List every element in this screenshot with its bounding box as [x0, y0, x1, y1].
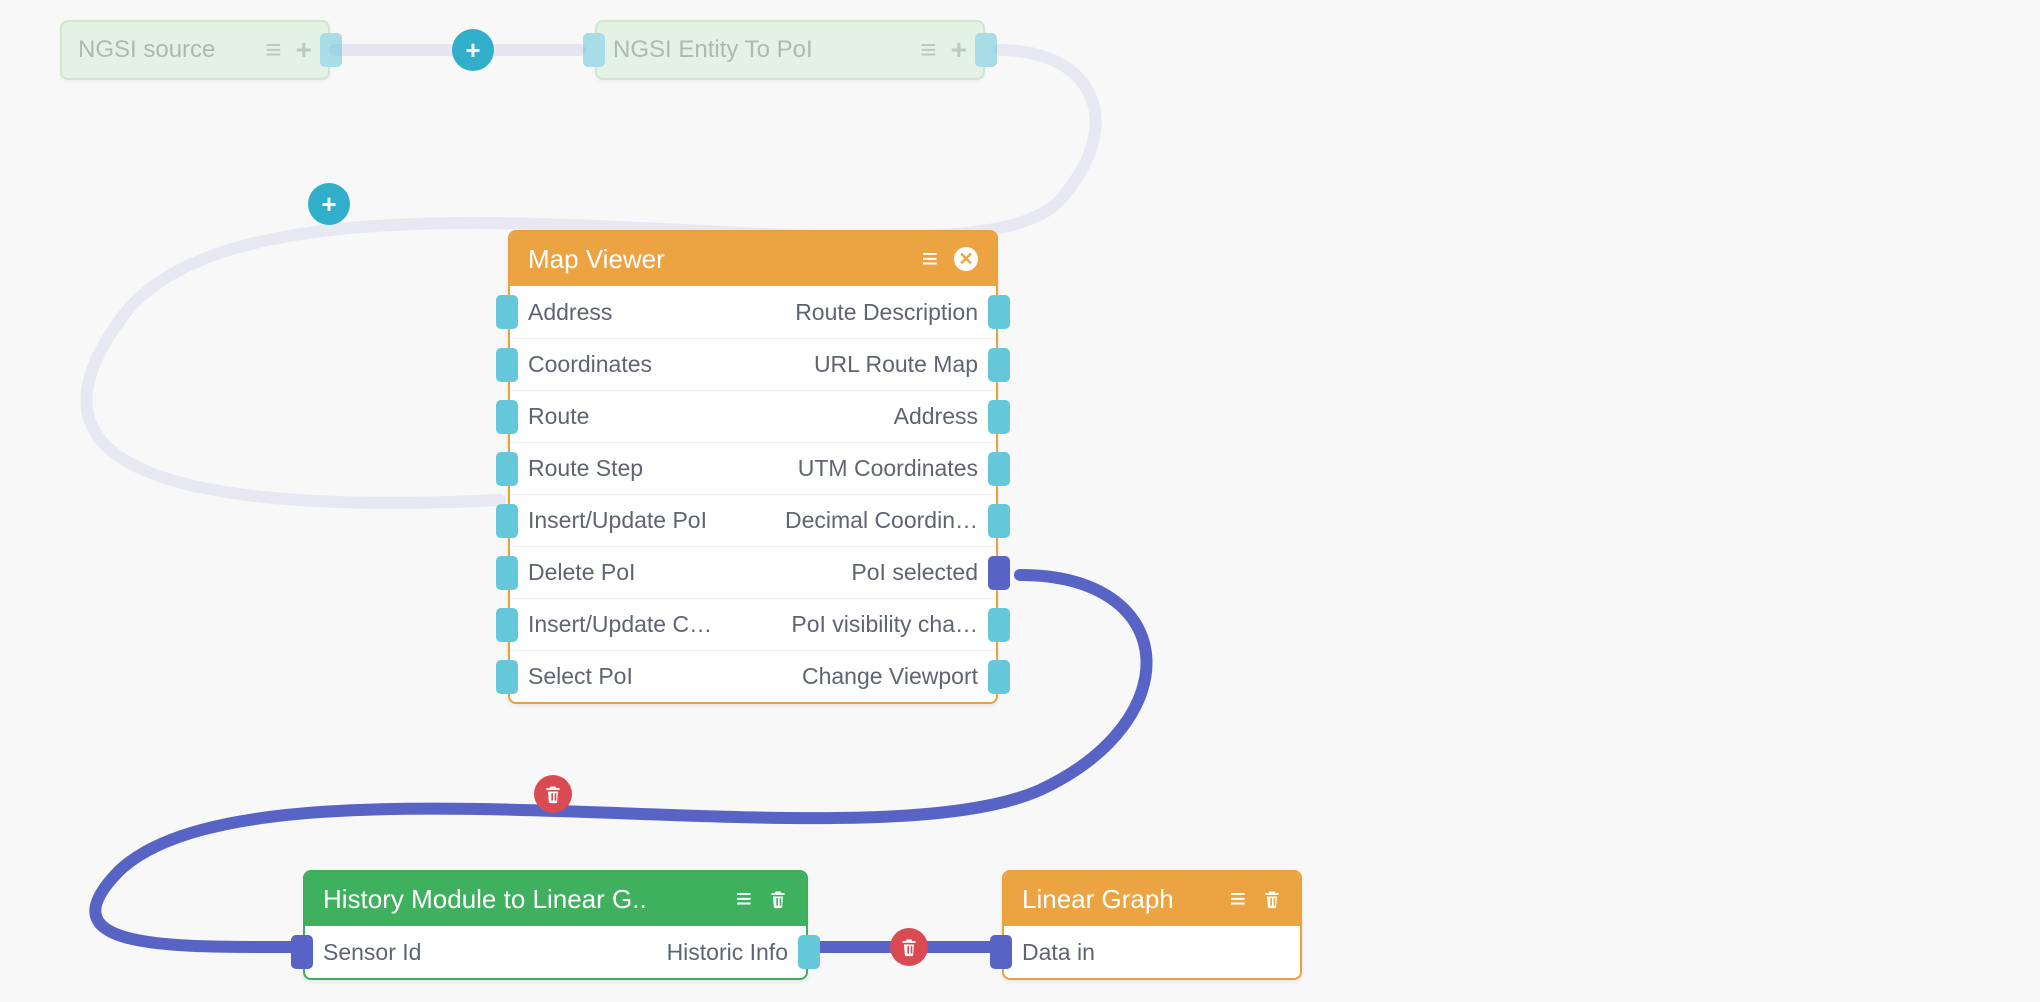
node-map-viewer[interactable]: Map Viewer Address Route Description Coo…: [508, 230, 998, 704]
port-row: Insert/Update PoI Decimal Coordin…: [510, 494, 996, 546]
port-row: Route Address: [510, 390, 996, 442]
port-row: Address Route Description: [510, 286, 996, 338]
node-header[interactable]: History Module to Linear G..: [305, 872, 806, 926]
input-port[interactable]: [496, 400, 518, 434]
input-label: Insert/Update C…: [528, 611, 712, 638]
node-title: NGSI Entity To PoI: [613, 36, 920, 64]
node-header[interactable]: Linear Graph: [1004, 872, 1300, 926]
node-history-module[interactable]: History Module to Linear G.. Sensor Id H…: [303, 870, 808, 980]
node-title: Map Viewer: [528, 244, 922, 275]
node-title: History Module to Linear G..: [323, 884, 736, 915]
input-port[interactable]: [583, 33, 605, 67]
input-port[interactable]: [496, 608, 518, 642]
output-port[interactable]: [975, 33, 997, 67]
diagram-canvas[interactable]: + + NGSI source NGSI Entity To PoI: [0, 0, 2040, 1002]
node-linear-graph[interactable]: Linear Graph Data in: [1002, 870, 1302, 980]
output-port[interactable]: [988, 295, 1010, 329]
output-port[interactable]: [988, 660, 1010, 694]
trash-icon: [899, 936, 919, 958]
port-row: Insert/Update C… PoI visibility cha…: [510, 598, 996, 650]
delete-connection-button[interactable]: [534, 775, 572, 813]
output-label: Address: [894, 403, 978, 430]
menu-icon[interactable]: [922, 245, 938, 273]
output-port[interactable]: [988, 452, 1010, 486]
input-label: Coordinates: [528, 351, 652, 378]
output-label: URL Route Map: [814, 351, 978, 378]
input-port[interactable]: [496, 660, 518, 694]
menu-icon[interactable]: [736, 885, 752, 913]
trash-icon[interactable]: [768, 888, 788, 910]
port-rows: Address Route Description Coordinates UR…: [510, 286, 996, 702]
node-ngsi-entity-to-poi[interactable]: NGSI Entity To PoI: [595, 20, 985, 80]
input-port[interactable]: [496, 452, 518, 486]
input-port[interactable]: [990, 935, 1012, 969]
input-label: Data in: [1022, 939, 1095, 966]
output-port[interactable]: [988, 504, 1010, 538]
output-label: Historic Info: [667, 939, 788, 966]
node-title: Linear Graph: [1022, 884, 1230, 915]
port-row: Sensor Id Historic Info: [305, 926, 806, 978]
output-port[interactable]: [988, 400, 1010, 434]
port-row: Data in: [1004, 926, 1300, 978]
port-rows: Sensor Id Historic Info: [305, 926, 806, 978]
port-row: Route Step UTM Coordinates: [510, 442, 996, 494]
output-label: Change Viewport: [802, 663, 978, 690]
plus-icon: +: [465, 35, 480, 66]
node-header[interactable]: Map Viewer: [510, 232, 996, 286]
output-port[interactable]: [988, 348, 1010, 382]
output-label: Route Description: [795, 299, 978, 326]
output-port[interactable]: [798, 935, 820, 969]
output-label: Decimal Coordin…: [785, 507, 978, 534]
plus-icon[interactable]: [296, 36, 312, 64]
menu-icon[interactable]: [265, 36, 281, 64]
port-row: Delete PoI PoI selected: [510, 546, 996, 598]
menu-icon[interactable]: [1230, 885, 1246, 913]
menu-icon[interactable]: [920, 36, 936, 64]
trash-icon[interactable]: [1262, 888, 1282, 910]
output-label: PoI visibility cha…: [791, 611, 978, 638]
port-rows: Data in: [1004, 926, 1300, 978]
output-port[interactable]: [320, 33, 342, 67]
output-label: UTM Coordinates: [798, 455, 978, 482]
close-icon[interactable]: [954, 247, 978, 271]
input-label: Delete PoI: [528, 559, 635, 586]
output-port[interactable]: [988, 608, 1010, 642]
trash-icon: [543, 783, 563, 805]
input-port[interactable]: [496, 504, 518, 538]
port-row: Select PoI Change Viewport: [510, 650, 996, 702]
input-label: Sensor Id: [323, 939, 421, 966]
input-label: Insert/Update PoI: [528, 507, 707, 534]
input-label: Route Step: [528, 455, 643, 482]
plus-icon[interactable]: [951, 36, 967, 64]
add-connection-button[interactable]: +: [452, 29, 494, 71]
output-port[interactable]: [988, 556, 1010, 590]
port-row: Coordinates URL Route Map: [510, 338, 996, 390]
output-label: PoI selected: [851, 559, 978, 586]
wires-layer: [0, 0, 2040, 1002]
delete-connection-button[interactable]: [890, 928, 928, 966]
node-ngsi-source[interactable]: NGSI source: [60, 20, 330, 80]
input-port[interactable]: [291, 935, 313, 969]
plus-icon: +: [321, 189, 336, 220]
input-port[interactable]: [496, 556, 518, 590]
input-port[interactable]: [496, 295, 518, 329]
input-port[interactable]: [496, 348, 518, 382]
add-connection-button[interactable]: +: [308, 183, 350, 225]
node-title: NGSI source: [78, 36, 265, 64]
input-label: Select PoI: [528, 663, 633, 690]
input-label: Route: [528, 403, 589, 430]
input-label: Address: [528, 299, 612, 326]
